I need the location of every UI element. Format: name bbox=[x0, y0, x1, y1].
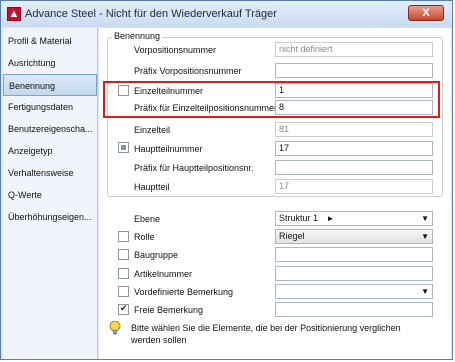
baugruppe-checkbox[interactable] bbox=[118, 249, 129, 260]
vorpositionsnummer-label: Vorpositionsnummer bbox=[134, 45, 217, 55]
freie-bemerkung-field[interactable] bbox=[275, 302, 433, 317]
praefix-vorpositionsnummer-field[interactable] bbox=[275, 63, 433, 78]
vordefinierte-bemerkung-checkbox[interactable] bbox=[118, 286, 129, 297]
baugruppe-label: Baugruppe bbox=[134, 250, 179, 260]
freie-bemerkung-label: Freie Bemerkung bbox=[134, 305, 204, 315]
einzelteil-label: Einzelteil bbox=[134, 125, 171, 135]
baugruppe-field[interactable] bbox=[275, 247, 433, 262]
ebene-value: Struktur 1 bbox=[279, 213, 319, 223]
hauptteilnummer-label: Hauptteilnummer bbox=[134, 144, 203, 154]
highlight-frame bbox=[103, 81, 440, 118]
sidebar-item-verhaltensweise[interactable]: Verhaltensweise bbox=[3, 162, 97, 184]
sidebar-item-profil-material[interactable]: Profil & Material bbox=[3, 30, 97, 52]
einzelteil-field: 81 bbox=[275, 122, 433, 137]
sidebar-item-fertigungsdaten[interactable]: Fertigungsdaten bbox=[3, 96, 97, 118]
sidebar-item-ausrichtung[interactable]: Ausrichtung bbox=[3, 52, 97, 74]
chevron-down-icon: ▼ bbox=[421, 232, 429, 241]
vordefinierte-bemerkung-label: Vordefinierte Bemerkung bbox=[134, 287, 234, 297]
rolle-dropdown[interactable]: Riegel ▼ bbox=[275, 229, 433, 244]
vordefinierte-bemerkung-dropdown[interactable]: ▼ bbox=[275, 284, 433, 299]
close-button[interactable]: X bbox=[408, 5, 444, 21]
rolle-checkbox[interactable] bbox=[118, 231, 129, 242]
sidebar-item-benennung[interactable]: Benennung bbox=[3, 74, 97, 96]
chevron-down-icon: ▼ bbox=[421, 214, 429, 223]
title-bar[interactable]: ▲ Advance Steel - Nicht für den Wiederve… bbox=[1, 1, 452, 27]
sidebar: Profil & Material Ausrichtung Benennung … bbox=[3, 28, 98, 359]
sidebar-item-anzeigetyp[interactable]: Anzeigetyp bbox=[3, 140, 97, 162]
hauptteil-field: 17 bbox=[275, 179, 433, 194]
freie-bemerkung-checkbox[interactable] bbox=[118, 303, 129, 315]
artikelnummer-checkbox[interactable] bbox=[118, 268, 129, 279]
hauptteil-label: Hauptteil bbox=[134, 182, 170, 192]
rolle-label: Rolle bbox=[134, 232, 155, 242]
artikelnummer-label: Artikelnummer bbox=[134, 269, 193, 279]
artikelnummer-field[interactable] bbox=[275, 266, 433, 281]
chevron-down-icon: ▼ bbox=[421, 287, 429, 296]
sidebar-item-q-werte[interactable]: Q-Werte bbox=[3, 184, 97, 206]
praefix-hauptteil-field[interactable] bbox=[275, 160, 433, 175]
advance-steel-logo-icon: ▲ bbox=[7, 7, 21, 21]
rolle-value: Riegel bbox=[279, 231, 305, 241]
group-title: Benennung bbox=[112, 31, 163, 41]
vorpositionsnummer-field: nicht definiert bbox=[275, 42, 433, 57]
info-text: Bitte wählen Sie die Elemente, die bei d… bbox=[131, 323, 401, 345]
window-title: Advance Steel - Nicht für den Wiederverk… bbox=[25, 8, 277, 20]
sidebar-item-ueberhoehung[interactable]: Überhöhungseigen... bbox=[3, 206, 97, 228]
caret-right-icon: ► bbox=[326, 214, 335, 223]
hauptteilnummer-checkbox[interactable] bbox=[118, 142, 129, 153]
lightbulb-icon bbox=[109, 321, 121, 335]
content-panel: Benennung Vorpositionsnummer nicht defin… bbox=[99, 28, 451, 359]
hauptteilnummer-field[interactable]: 17 bbox=[275, 141, 433, 156]
dialog-window: ▲ Advance Steel - Nicht für den Wiederve… bbox=[0, 0, 453, 360]
ebene-dropdown[interactable]: Struktur 1 ► ▼ bbox=[275, 211, 433, 226]
praefix-hauptteil-label: Präfix für Hauptteilpositionsnr. bbox=[134, 163, 254, 173]
sidebar-item-benutzereigenschaften[interactable]: Benutzereigenscha... bbox=[3, 118, 97, 140]
praefix-vorpositionsnummer-label: Präfix Vorpositionsnummer bbox=[134, 66, 242, 76]
ebene-label: Ebene bbox=[134, 214, 161, 224]
